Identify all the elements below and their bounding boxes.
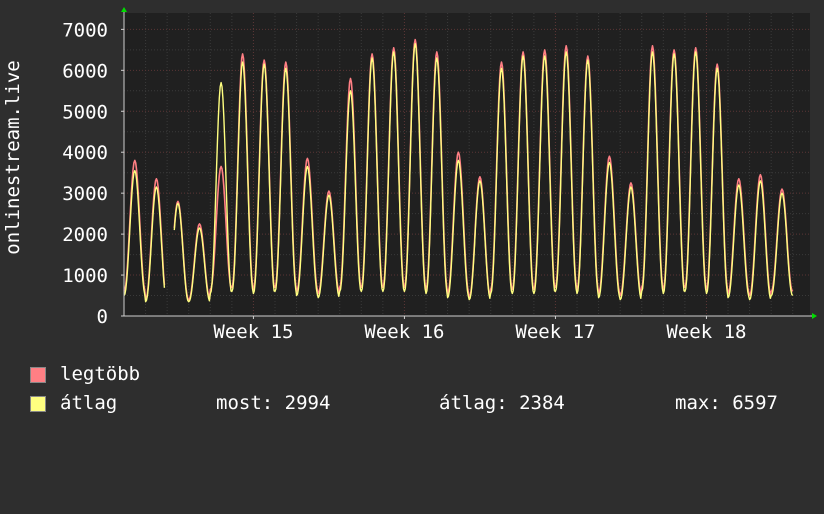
stat-current: most: 2994 — [216, 392, 331, 414]
y-tick-label: 0 — [97, 306, 108, 328]
x-tick-label: Week 15 — [213, 321, 293, 343]
y-axis-arrow — [121, 7, 127, 12]
legend-label-average: átlag — [60, 392, 118, 414]
y-tick-label: 6000 — [62, 60, 108, 82]
y-tick-label: 5000 — [62, 101, 108, 123]
y-axis-label: onlinestream.live — [2, 60, 24, 254]
x-tick-label: Week 18 — [666, 321, 746, 343]
y-tick-label: 4000 — [62, 142, 108, 164]
legend-label-max: legtöbb — [60, 363, 141, 385]
y-tick-label: 7000 — [62, 19, 108, 41]
y-tick-label: 1000 — [62, 265, 108, 287]
legend-swatch-average — [30, 396, 46, 412]
stat-max: max: 6597 — [675, 392, 778, 414]
legend-item-average: átlag most: 2994 átlag: 2384 max: 6597 — [30, 393, 810, 413]
x-tick-label: Week 16 — [364, 321, 444, 343]
y-tick-label: 3000 — [62, 183, 108, 205]
x-axis-arrow — [812, 313, 817, 319]
stat-average: átlag: 2384 — [439, 392, 565, 414]
legend-item-max: legtöbb — [30, 364, 330, 384]
plot-area — [124, 13, 810, 316]
legend-swatch-max — [30, 367, 46, 383]
y-tick-label: 2000 — [62, 224, 108, 246]
x-tick-label: Week 17 — [515, 321, 595, 343]
